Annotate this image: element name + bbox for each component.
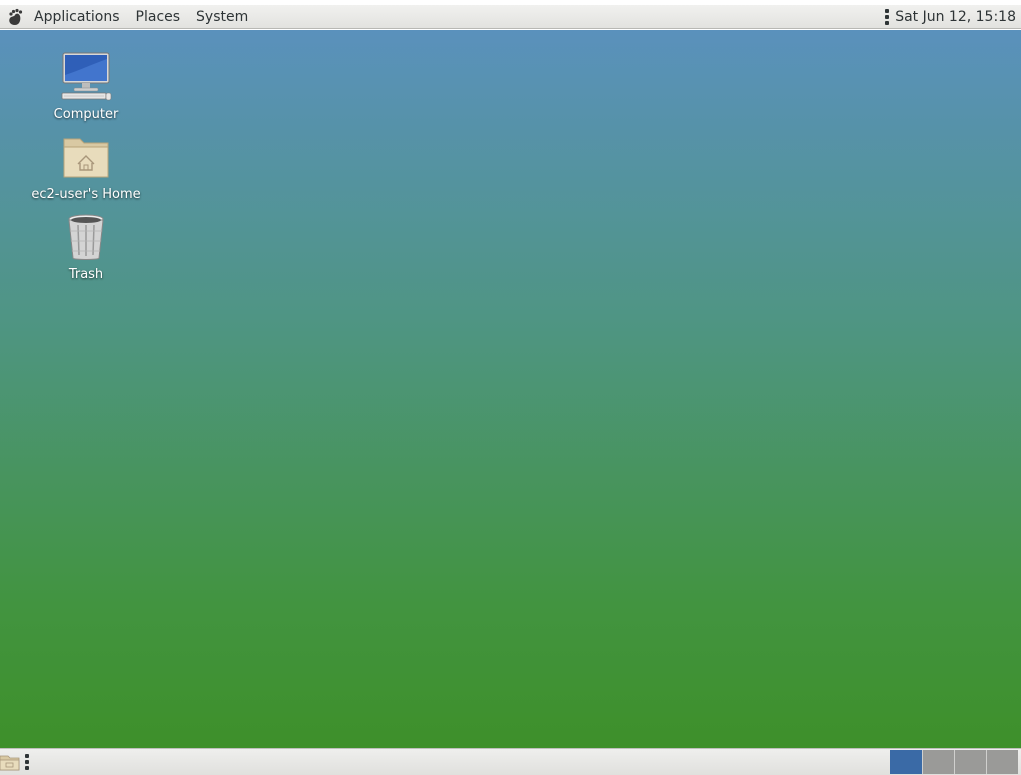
system-menu[interactable]: System — [188, 5, 256, 29]
workspace-3[interactable] — [954, 750, 986, 774]
desktop-icon-label: Computer — [53, 107, 119, 122]
clock[interactable]: Sat Jun 12, 15:18 — [895, 9, 1016, 25]
applications-menu[interactable]: Applications — [26, 5, 128, 29]
top-panel: Applications Places System Sat Jun 12, 1… — [0, 5, 1021, 29]
desktop[interactable]: Computer ec2-user's Home Trash — [0, 30, 1021, 748]
computer-icon — [61, 52, 112, 101]
workspace-2[interactable] — [922, 750, 954, 774]
workspace-4[interactable] — [986, 750, 1018, 774]
desktop-icon-trash[interactable]: Trash — [26, 211, 146, 282]
desktop-icon-home[interactable]: ec2-user's Home — [26, 131, 146, 202]
bottom-panel — [0, 748, 1021, 775]
panel-drag-handle[interactable] — [885, 8, 890, 25]
workspace-switcher — [890, 750, 1018, 774]
places-menu[interactable]: Places — [128, 5, 189, 29]
home-folder-icon — [63, 138, 109, 178]
gnome-foot-icon[interactable] — [4, 6, 26, 28]
desktop-icon-computer[interactable]: Computer — [26, 51, 146, 122]
desktop-icon-label: ec2-user's Home — [31, 187, 141, 202]
trash-icon — [68, 214, 104, 260]
workspace-1[interactable] — [890, 750, 922, 774]
panel-drag-handle[interactable] — [25, 754, 29, 770]
show-desktop-icon[interactable] — [0, 752, 20, 772]
desktop-icon-label: Trash — [68, 267, 104, 282]
